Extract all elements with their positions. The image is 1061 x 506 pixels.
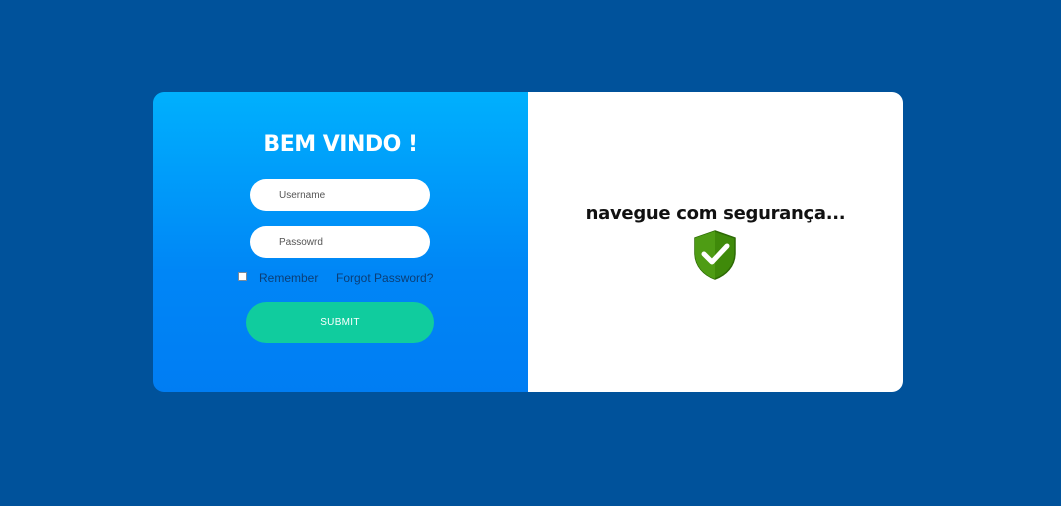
username-input[interactable] <box>250 179 430 211</box>
password-input[interactable] <box>250 226 430 258</box>
remember-label: Remember <box>259 271 319 285</box>
submit-button[interactable]: SUBMIT <box>246 302 434 343</box>
security-tagline: navegue com segurança... <box>585 203 846 224</box>
remember-checkbox[interactable] <box>238 272 247 281</box>
forgot-password-link[interactable]: Forgot Password? <box>336 271 433 285</box>
welcome-title: BEM VINDO ! <box>263 132 418 157</box>
login-card: BEM VINDO ! Remember Forgot Password? SU… <box>153 92 903 392</box>
shield-check-icon <box>694 230 736 280</box>
options-row: Remember Forgot Password? <box>238 271 448 287</box>
promo-panel: navegue com segurança... <box>528 92 903 392</box>
login-panel: BEM VINDO ! Remember Forgot Password? SU… <box>153 92 528 392</box>
